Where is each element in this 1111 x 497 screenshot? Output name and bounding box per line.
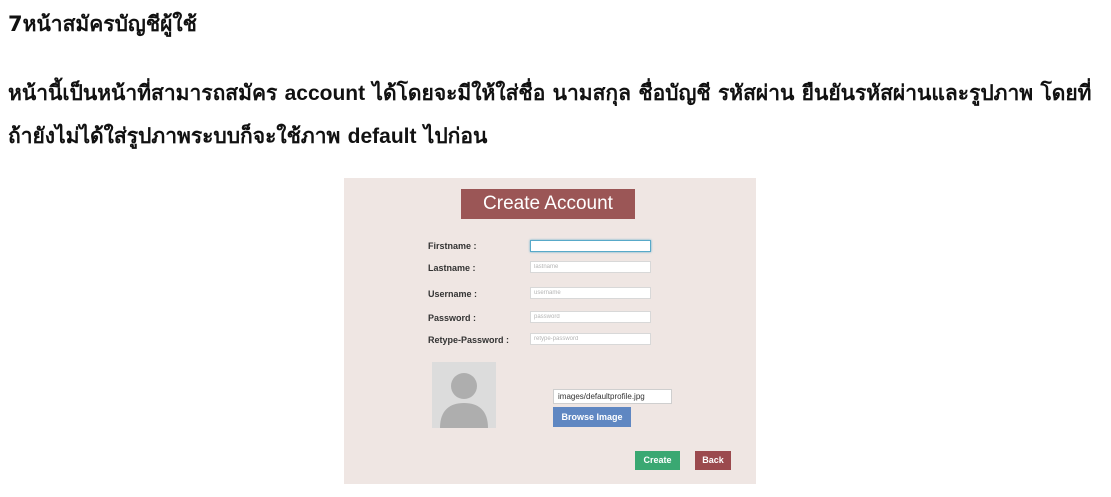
paragraph-text-3: ไปก่อน	[416, 124, 488, 148]
username-input[interactable]	[530, 287, 651, 299]
browse-image-button[interactable]: Browse Image	[553, 407, 631, 427]
username-label: Username :	[428, 289, 478, 299]
back-button[interactable]: Back	[695, 451, 731, 470]
password-input[interactable]	[530, 311, 651, 323]
lastname-input[interactable]	[530, 261, 651, 273]
create-account-screenshot: Create Account Firstname : Lastname : Us…	[344, 178, 756, 484]
create-account-title: Create Account	[461, 189, 635, 219]
retype-password-label: Retype-Password :	[428, 335, 510, 345]
password-label: Password :	[428, 313, 477, 323]
document-paragraph: หน้านี้เป็นหน้าที่สามารถสมัคร account ได…	[8, 72, 1103, 158]
user-silhouette-icon	[432, 362, 496, 428]
paragraph-term-account: account	[284, 82, 366, 105]
paragraph-text-1: หน้านี้เป็นหน้าที่สามารถสมัคร	[8, 81, 285, 105]
document-heading: 7หน้าสมัครบัญชีผู้ใช้	[8, 12, 197, 36]
retype-password-input[interactable]	[530, 333, 651, 345]
lastname-label: Lastname :	[428, 263, 476, 273]
image-path-field[interactable]: images/defaultprofile.jpg	[553, 389, 672, 404]
paragraph-term-default: default	[347, 125, 417, 148]
create-button[interactable]: Create	[635, 451, 680, 470]
firstname-input[interactable]	[530, 240, 651, 252]
firstname-label: Firstname :	[428, 241, 477, 251]
